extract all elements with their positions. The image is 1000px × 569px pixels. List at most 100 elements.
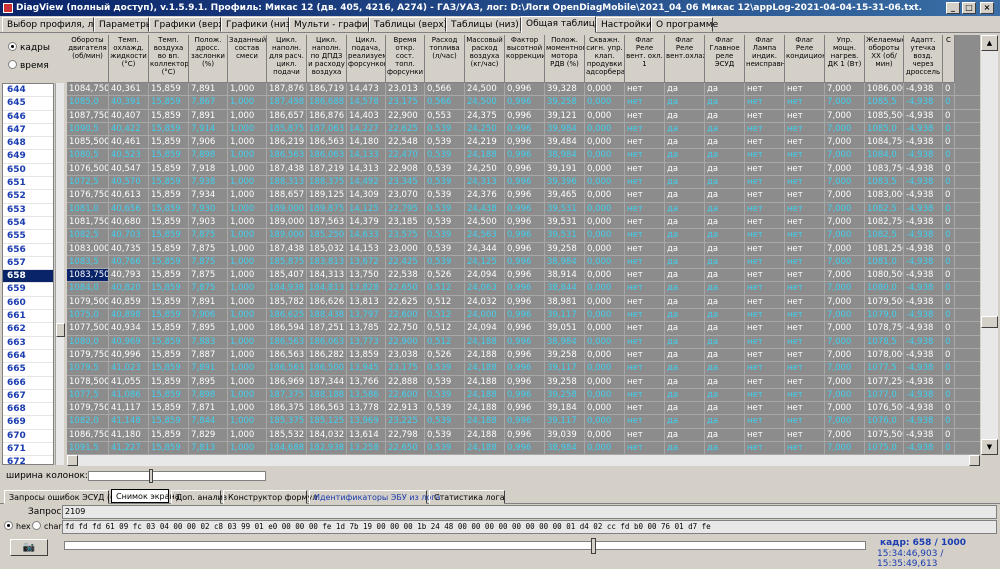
table-row[interactable]: 1079,750 40,996 15,859 7,887 1,000 186,563 186… (67, 348, 980, 363)
column-width-slider[interactable] (88, 469, 266, 483)
row-number[interactable]: 645 (3, 97, 53, 111)
table-row[interactable]: 1079,5 41,023 15,859 7,891 1,000 186,563 186,5… (67, 362, 980, 376)
table-row[interactable]: 1076,750 40,613 15,859 7,934 1,000 188,657 189… (67, 189, 980, 203)
table-row[interactable]: 1085,500 40,461 15,859 7,906 1,000 186,219 186… (67, 136, 980, 150)
table-row[interactable]: 1081,0 40,656 15,859 7,930 1,000 189,000 189,8… (67, 202, 980, 216)
row-number[interactable]: 656 (3, 244, 53, 257)
column-header[interactable]: С (943, 35, 955, 83)
column-header[interactable]: Упр. мощн. нагрев. ДК 1 (Вт) (825, 35, 865, 83)
tab-9[interactable]: Настройки (596, 17, 652, 32)
row-number[interactable]: 666 (3, 377, 53, 390)
row-number[interactable]: 661 (3, 310, 53, 324)
bottom-tab-6[interactable]: Статистика лога (429, 490, 505, 504)
column-header[interactable]: Флаг Главное реле ЭСУД (705, 35, 745, 83)
table-row[interactable]: 1078,500 41,055 15,859 7,895 1,000 186,969 187… (67, 375, 980, 389)
close-button[interactable]: × (980, 2, 994, 14)
table-row[interactable]: 1087,750 40,407 15,859 7,891 1,000 186,657 186… (67, 109, 980, 123)
tab-1[interactable]: Выбор профиля, лога (2, 17, 109, 32)
table-row[interactable]: 1083,750 40,793 15,859 7,875 1,000 185,407 184… (67, 269, 980, 283)
table-row[interactable]: 1091,5 41,227 15,859 7,813 1,000 184,688 182,9… (67, 442, 980, 456)
row-number[interactable]: 649 (3, 150, 53, 164)
column-header[interactable]: Заданный состав смеси (228, 35, 267, 83)
row-number[interactable]: 667 (3, 390, 53, 404)
row-number[interactable]: 665 (3, 363, 53, 377)
data-grid[interactable]: Обороты двигателя (об/мин) Темп. охлажд. … (67, 35, 980, 466)
bottom-tab-5[interactable]: Идентификаторы ЭБУ из лога (309, 490, 440, 504)
table-row[interactable]: 1082,5 40,703 15,859 7,875 1,000 189,000 185,2… (67, 229, 980, 243)
column-header[interactable]: Полож. дросс. заслонки (%) (189, 35, 228, 83)
title-bar[interactable]: DiagView (полный доступ), v.1.5.9.1. Про… (0, 0, 1000, 16)
row-number[interactable]: 671 (3, 443, 53, 457)
column-header[interactable]: Флаг Реле вент.охлаждения (665, 35, 705, 83)
table-row[interactable]: 1077,500 40,934 15,859 7,895 1,000 186,594 187… (67, 322, 980, 336)
table-row[interactable]: 1085,0 40,391 15,859 7,867 1,000 187,498 186,6… (67, 96, 980, 110)
table-row[interactable]: 1082,0 41,148 15,859 7,844 1,000 185,375 185,1… (67, 415, 980, 429)
scroll-right-icon[interactable] (969, 455, 980, 466)
maximize-button[interactable]: □ (962, 2, 976, 14)
tab-2[interactable]: Параметры (94, 17, 153, 32)
column-header[interactable]: Полож. моментного мотора РДВ (%) (545, 35, 585, 83)
table-row[interactable]: 1084,0 40,820 15,859 7,875 1,000 184,938 184,8… (67, 282, 980, 296)
table-row[interactable]: 1090,5 40,422 15,859 7,914 1,000 185,875 187,0… (67, 122, 980, 137)
radio-char[interactable]: char (32, 521, 62, 533)
tab-8[interactable]: Общая таблица (521, 16, 600, 33)
frame-slider[interactable] (64, 538, 866, 554)
row-number[interactable]: 662 (3, 323, 53, 337)
table-row[interactable]: 1072,5 40,570 15,859 7,938 1,000 188,313 188,3… (67, 176, 980, 190)
radio-hex[interactable]: hex (4, 521, 31, 533)
column-header[interactable]: Фактор высотной коррекции (505, 35, 545, 83)
column-header[interactable]: Время откр. сост. топл. форсунки (386, 35, 425, 83)
column-header[interactable]: Цикл. наполн. для расч. цикл. подачи (267, 35, 307, 83)
row-number[interactable]: 659 (3, 283, 53, 297)
row-number[interactable]: 653 (3, 204, 53, 217)
tab-5[interactable]: Мульти - график (289, 17, 373, 32)
screenshot-button[interactable]: 📷 (10, 539, 48, 556)
row-number[interactable]: 654 (3, 217, 53, 231)
table-row[interactable]: 1084,750 40,361 15,859 7,891 1,000 187,876 186… (67, 83, 980, 97)
column-header[interactable]: Темп. воздуха во вп. коллекторе (°C) (149, 35, 189, 83)
bottom-tab-4[interactable]: Конструктор формул (223, 490, 317, 504)
row-list-scroll-thumb[interactable] (56, 323, 65, 337)
table-row[interactable]: 1083,000 40,735 15,859 7,875 1,000 187,438 185… (67, 242, 980, 256)
table-row[interactable]: 1079,500 40,859 15,859 7,891 1,000 185,782 186… (67, 295, 980, 310)
column-header[interactable]: Желаемые обороты XX (об/мин) (865, 35, 904, 83)
grid-body[interactable]: 1084,750 40,361 15,859 7,891 1,000 187,876 186… (67, 83, 980, 466)
table-row[interactable]: 1080,0 40,969 15,859 7,883 1,000 186,563 186,0… (67, 335, 980, 349)
bottom-tab-3[interactable]: Доп. анализ (171, 490, 227, 504)
column-header[interactable]: Массовый расход воздуха (кг/час) (465, 35, 505, 83)
tab-10[interactable]: О программе (651, 17, 718, 32)
grid-vscroll-thumb[interactable] (981, 316, 998, 328)
tab-3[interactable]: Графики (верх) (149, 17, 227, 32)
row-number[interactable]: 669 (3, 416, 53, 430)
tab-4[interactable]: Графики (низ) (221, 17, 294, 32)
row-number[interactable]: 647 (3, 124, 53, 138)
row-number[interactable]: 672 (3, 456, 53, 464)
grid-vertical-scrollbar[interactable]: ▲ ▼ (981, 35, 998, 455)
row-list-scrollbar[interactable] (55, 83, 65, 465)
row-number[interactable]: 658 (3, 270, 53, 284)
table-row[interactable]: 1086,750 41,180 15,859 7,829 1,000 185,532 184… (67, 428, 980, 443)
row-number[interactable]: 657 (3, 257, 53, 271)
radio-time[interactable]: время (8, 60, 49, 72)
row-number[interactable]: 644 (3, 84, 53, 98)
row-number[interactable]: 670 (3, 430, 53, 444)
table-row[interactable]: 1081,750 40,680 15,859 7,903 1,000 189,000 187… (67, 215, 980, 230)
row-number[interactable]: 663 (3, 337, 53, 350)
column-header[interactable]: Флаг Реле кондиционера (785, 35, 825, 83)
row-number[interactable]: 648 (3, 137, 53, 151)
minimize-button[interactable]: _ (946, 2, 960, 14)
request-field[interactable]: 2109 (62, 505, 997, 519)
bottom-tab-2[interactable]: Снимок экрана (111, 489, 180, 503)
tab-7[interactable]: Таблицы (низ) (446, 17, 521, 32)
scroll-left-icon[interactable] (67, 455, 78, 466)
radio-frames[interactable]: кадры (8, 42, 50, 54)
table-row[interactable]: 1075,0 40,898 15,859 7,906 1,000 186,625 188,4… (67, 309, 980, 323)
row-number[interactable]: 668 (3, 403, 53, 417)
hex-data-field[interactable]: fd fd fd 61 09 fc 03 04 00 00 02 c8 03 9… (62, 520, 997, 534)
grid-horizontal-scrollbar[interactable] (67, 455, 980, 466)
row-number[interactable]: 652 (3, 190, 53, 204)
column-header[interactable]: Цикл. наполн. по ДПДЗ и расходу воздуха (307, 35, 347, 83)
column-header[interactable]: Обороты двигателя (об/мин) (67, 35, 109, 83)
row-number[interactable]: 655 (3, 230, 53, 244)
scroll-up-icon[interactable]: ▲ (981, 35, 998, 51)
